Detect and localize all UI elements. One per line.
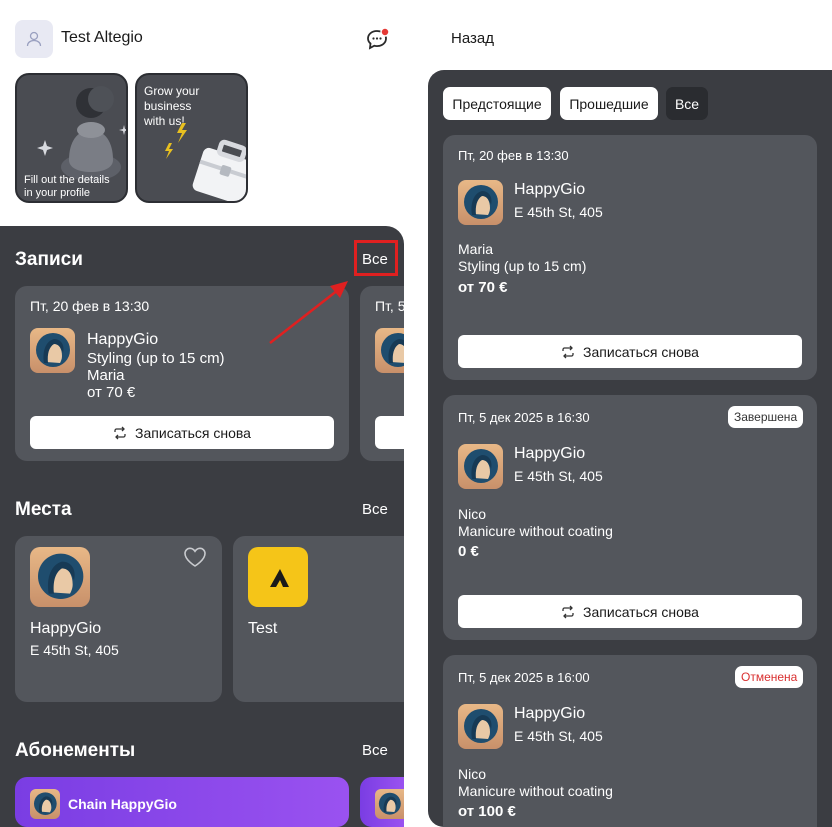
appointment-service: Styling (up to 15 cm): [87, 350, 225, 367]
story-profile-text: Fill out the details in your profile: [24, 174, 110, 199]
business-logo: [30, 328, 75, 373]
business-logo: [458, 704, 503, 749]
rebook-label: Записаться снова: [583, 603, 699, 620]
rebook-button[interactable]: Записаться снова: [30, 416, 334, 449]
business-logo: [375, 789, 404, 819]
place-address: E 45th St, 405: [30, 642, 119, 658]
appointment-master: Maria: [87, 367, 125, 384]
record-master: Nico: [458, 766, 487, 782]
rebook-label: Записаться снова: [135, 424, 251, 441]
test-logo: [248, 547, 308, 607]
subscriptions-all-link[interactable]: Все: [362, 742, 388, 759]
chat-notification-icon[interactable]: [365, 27, 391, 51]
rebook-button[interactable]: Записаться снова: [458, 335, 802, 368]
status-badge: Отменена: [735, 666, 804, 688]
tab-upcoming[interactable]: Предстоящие: [443, 87, 551, 120]
place-card[interactable]: HappyGio E 45th St, 405: [15, 536, 222, 702]
subscriptions-title: Абонементы: [15, 740, 136, 761]
briefcase-illustration: [165, 123, 246, 201]
tab-past[interactable]: Прошедшие: [560, 87, 658, 120]
record-date: Пт, 5 дек 2025 в 16:30: [458, 410, 590, 425]
business-logo: [375, 328, 404, 373]
record-card[interactable]: Пт, 5 дек 2025 в 16:30 Завершена HappyGi…: [443, 395, 817, 640]
repeat-icon: [562, 605, 574, 618]
place-card-test[interactable]: Test: [233, 536, 404, 702]
back-button[interactable]: Назад: [451, 30, 494, 47]
business-logo: [30, 789, 60, 819]
avatar[interactable]: [15, 20, 53, 58]
record-business: HappyGio: [514, 705, 586, 722]
story-profile[interactable]: Fill out the details in your profile: [15, 73, 128, 203]
subscription-card[interactable]: Chain HappyGio: [15, 777, 349, 827]
record-business: HappyGio: [514, 181, 586, 198]
appointment-business: HappyGio: [87, 331, 159, 348]
status-badge: Завершена: [728, 406, 804, 428]
appointment-date: Пт, 20 фев в 13:30: [30, 298, 150, 314]
record-service: Manicure without coating: [458, 523, 613, 539]
annotation-arrow: [269, 281, 348, 344]
repeat-icon: [562, 345, 574, 358]
record-master: Nico: [458, 506, 487, 522]
rebook-button-next[interactable]: [375, 416, 404, 449]
user-icon: [26, 31, 42, 47]
record-business: HappyGio: [514, 445, 586, 462]
appointment-date-next: Пт, 5: [375, 298, 404, 314]
story-business[interactable]: Grow your business with us!: [135, 73, 248, 203]
heart-icon[interactable]: [183, 546, 207, 568]
record-card[interactable]: Пт, 20 фев в 13:30 HappyGio E 45th St, 4…: [443, 135, 817, 380]
record-address: E 45th St, 405: [514, 468, 603, 484]
record-date: Пт, 20 фев в 13:30: [458, 148, 569, 163]
record-date: Пт, 5 дек 2025 в 16:00: [458, 670, 590, 685]
records-panel: Предстоящие Прошедшие Все Пт, 20 фев в 1…: [428, 70, 832, 827]
user-name[interactable]: Test Altegio: [61, 29, 143, 47]
tab-all[interactable]: Все: [666, 87, 708, 120]
highlight-box: [354, 240, 398, 276]
place-name-test: Test: [248, 620, 278, 637]
places-all-link[interactable]: Все: [362, 501, 388, 518]
repeat-icon: [114, 426, 126, 439]
appointments-title: Записи: [15, 249, 83, 270]
rebook-button[interactable]: Записаться снова: [458, 595, 802, 628]
appointment-price: от 70 €: [87, 384, 136, 401]
record-master: Maria: [458, 241, 494, 257]
record-address: E 45th St, 405: [514, 204, 603, 220]
business-logo: [30, 547, 90, 607]
business-logo: [458, 444, 503, 489]
appointment-card-next[interactable]: Пт, 5: [360, 286, 404, 461]
record-price: от 70 €: [458, 279, 508, 296]
record-price: от 100 €: [458, 803, 516, 820]
subscription-name: Chain HappyGio: [68, 796, 177, 812]
record-card[interactable]: Пт, 5 дек 2025 в 16:00 Отменена HappyGio…: [443, 655, 817, 827]
record-service: Styling (up to 15 cm): [458, 258, 587, 274]
rebook-label: Записаться снова: [583, 343, 699, 360]
subscription-card-next[interactable]: [360, 777, 404, 827]
record-address: E 45th St, 405: [514, 728, 603, 744]
places-title: Места: [15, 499, 72, 520]
business-logo: [458, 180, 503, 225]
record-service: Manicure without coating: [458, 783, 613, 799]
record-price: 0 €: [458, 543, 479, 560]
place-name: HappyGio: [30, 620, 102, 637]
